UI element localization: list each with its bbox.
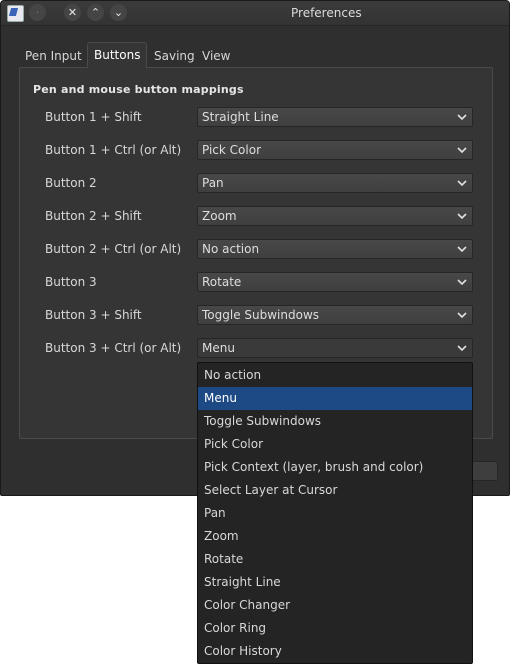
dropdown-option[interactable]: No action <box>198 364 472 387</box>
dropdown-option[interactable]: Pick Color <box>198 433 472 456</box>
mapping-select-value: Pan <box>202 176 224 190</box>
tab-saving[interactable]: Saving <box>148 44 201 68</box>
mapping-label: Button 2 <box>45 176 97 190</box>
chevron-down-icon <box>457 114 467 121</box>
dropdown-option[interactable]: Pan <box>198 502 472 525</box>
chevron-down-icon <box>457 147 467 154</box>
dropdown-option[interactable]: Color Ring <box>198 617 472 640</box>
chevron-down-icon <box>457 180 467 187</box>
mapping-label: Button 3 + Ctrl (or Alt) <box>45 341 182 355</box>
dropdown-option[interactable]: Rotate <box>198 548 472 571</box>
mapping-select[interactable]: Straight Line <box>197 107 473 127</box>
dropdown-menu: No action Menu Toggle Subwindows Pick Co… <box>197 362 473 664</box>
mapping-select[interactable]: Rotate <box>197 272 473 292</box>
mapping-select-value: Pick Color <box>202 143 261 157</box>
tab-pen-input[interactable]: Pen Input <box>19 44 88 68</box>
mapping-label: Button 3 <box>45 275 97 289</box>
close-button[interactable]: ✕ <box>64 4 81 21</box>
app-icon <box>7 5 24 22</box>
mapping-label: Button 3 + Shift <box>45 308 142 322</box>
maximize-button[interactable]: ⌃ <box>87 4 104 21</box>
mapping-select[interactable]: Pick Color <box>197 140 473 160</box>
mapping-label: Button 2 + Ctrl (or Alt) <box>45 242 182 256</box>
titlebar: · ✕ ⌃ ⌄ Preferences <box>1 1 509 26</box>
dropdown-option[interactable]: Pick Context (layer, brush and color) <box>198 456 472 479</box>
chevron-down-icon <box>457 345 467 352</box>
mapping-select-value: Rotate <box>202 275 242 289</box>
dropdown-option[interactable]: Color Changer <box>198 594 472 617</box>
tab-buttons[interactable]: Buttons <box>87 42 148 68</box>
mapping-select-value: Menu <box>202 341 235 355</box>
chevron-down-icon <box>457 246 467 253</box>
dropdown-option[interactable]: Straight Line <box>198 571 472 594</box>
mapping-select-open[interactable]: Menu <box>197 338 473 358</box>
mapping-select-value: Toggle Subwindows <box>202 308 320 322</box>
mapping-select[interactable]: Pan <box>197 173 473 193</box>
window-menu-button[interactable]: · <box>29 4 46 21</box>
chevron-down-icon <box>457 312 467 319</box>
dropdown-option[interactable]: Zoom <box>198 525 472 548</box>
mapping-select[interactable]: Zoom <box>197 206 473 226</box>
dropdown-option[interactable]: Color History <box>198 640 472 663</box>
dropdown-option-selected[interactable]: Menu <box>198 387 472 410</box>
chevron-down-icon <box>457 213 467 220</box>
mapping-select-value: No action <box>202 242 260 256</box>
section-title: Pen and mouse button mappings <box>33 83 244 96</box>
tab-view[interactable]: View <box>196 44 236 68</box>
mapping-select-value: Zoom <box>202 209 237 223</box>
dialog-button[interactable] <box>471 461 498 481</box>
mapping-label: Button 1 + Shift <box>45 110 142 124</box>
chevron-down-icon <box>457 279 467 286</box>
mapping-select[interactable]: No action <box>197 239 473 259</box>
minimize-button[interactable]: ⌄ <box>110 4 127 21</box>
mapping-label: Button 1 + Ctrl (or Alt) <box>45 143 182 157</box>
mapping-select[interactable]: Toggle Subwindows <box>197 305 473 325</box>
mapping-label: Button 2 + Shift <box>45 209 142 223</box>
window-title: Preferences <box>291 6 362 20</box>
dropdown-option[interactable]: Select Layer at Cursor <box>198 479 472 502</box>
dropdown-option[interactable]: Toggle Subwindows <box>198 410 472 433</box>
mapping-select-value: Straight Line <box>202 110 279 124</box>
